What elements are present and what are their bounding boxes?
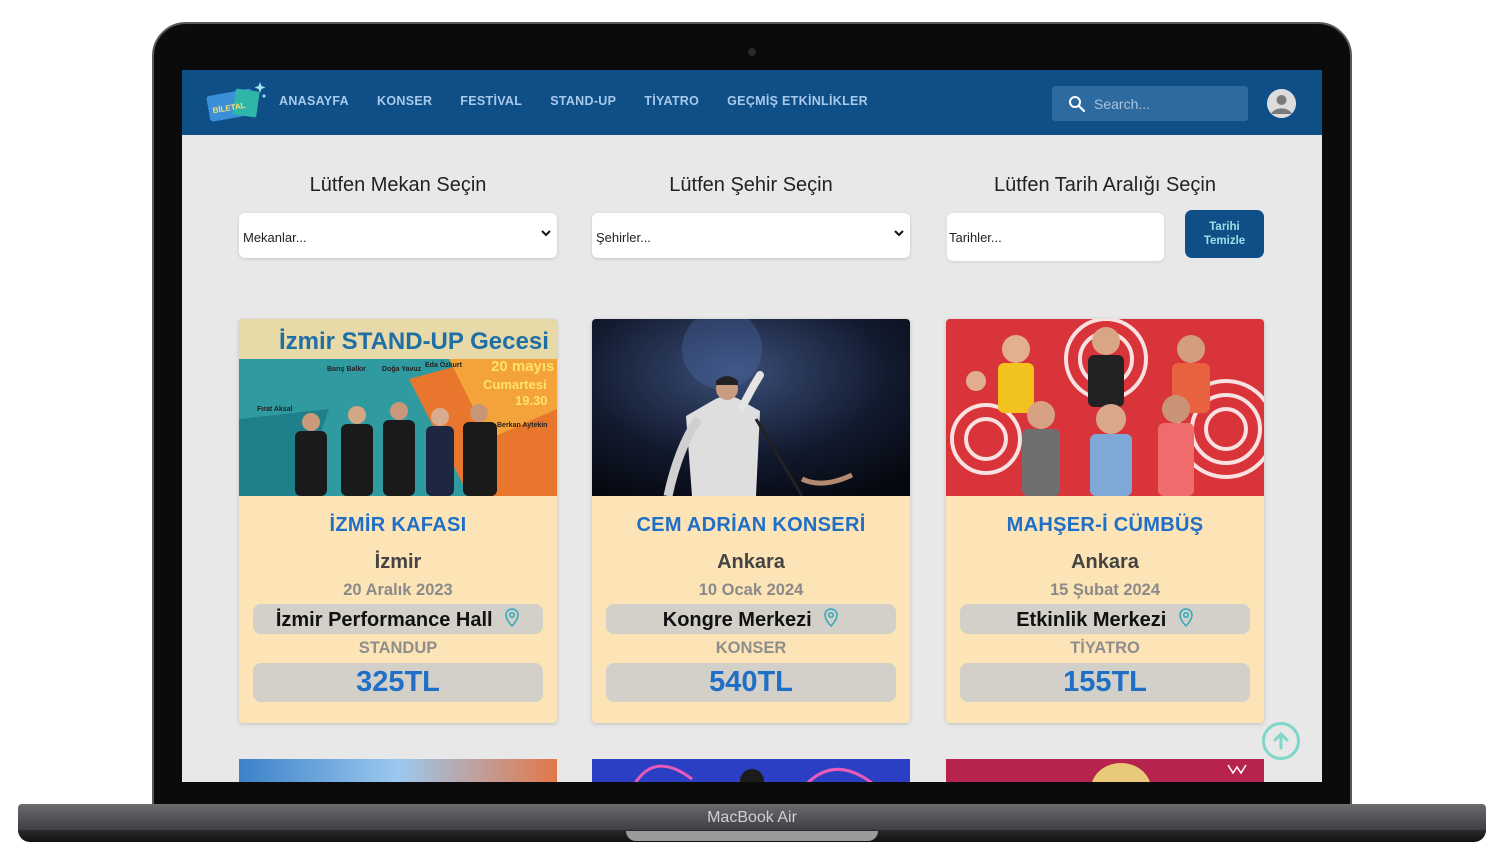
event-category: STANDUP — [358, 639, 438, 657]
event-card-partial[interactable] — [239, 759, 557, 782]
event-venue-label: Kongre Merkezi — [662, 609, 812, 631]
nav-links: ANASAYFA KONSER FESTİVAL STAND-UP TİYATR… — [279, 94, 868, 108]
venue-select[interactable]: Mekanlar... — [239, 213, 557, 258]
event-date: 20 Aralık 2023 — [343, 581, 453, 599]
date-filter-title: Lütfen Tarih Aralığı Seçin — [994, 174, 1216, 196]
event-poster-image: İzmir STAND-UP Gecesi 20 mayıs Cumartesi… — [239, 319, 557, 496]
venue-select-value: Mekanlar... — [243, 230, 307, 245]
event-card[interactable]: MAHŞER-İ CÜMBÜŞ Ankara 15 Şubat 2024 Etk… — [946, 319, 1264, 723]
svg-text:Doğa Yavuz: Doğa Yavuz — [382, 366, 422, 373]
svg-text:Eda Özkurt: Eda Özkurt — [425, 360, 463, 369]
nav-link-standup[interactable]: STAND-UP — [550, 94, 616, 108]
svg-text:Fırat Aksal: Fırat Aksal — [257, 406, 293, 413]
svg-text:19.30: 19.30 — [515, 393, 548, 408]
svg-text:Cumartesi: Cumartesi — [483, 377, 547, 392]
event-date: 15 Şubat 2024 — [1049, 581, 1161, 599]
device-label: MacBook Air — [707, 809, 797, 826]
event-title[interactable]: MAHŞER-İ CÜMBÜŞ — [946, 514, 1264, 537]
event-venue-label: Etkinlik Merkezi — [1016, 609, 1167, 631]
event-title[interactable]: CEM ADRİAN KONSERİ — [592, 514, 910, 537]
event-card-partial[interactable] — [946, 759, 1264, 782]
chevron-down-icon — [894, 230, 904, 237]
search-input[interactable] — [1094, 86, 1244, 121]
map-pin-icon — [1179, 608, 1193, 628]
event-venue[interactable]: Etkinlik Merkezi — [960, 604, 1250, 634]
event-price: 540TL — [606, 663, 896, 702]
event-city: İzmir — [374, 551, 422, 573]
nav-link-festival[interactable]: FESTİVAL — [460, 94, 522, 108]
event-category: KONSER — [715, 639, 787, 657]
search-box — [1052, 86, 1248, 121]
date-range-input[interactable]: Tarihler... — [947, 213, 1164, 261]
event-price: 155TL — [960, 663, 1250, 702]
event-card[interactable]: İzmir STAND-UP Gecesi 20 mayıs Cumartesi… — [239, 319, 557, 723]
nav-link-konser[interactable]: KONSER — [377, 94, 432, 108]
logo[interactable]: BİLETAL — [202, 80, 268, 126]
event-venue[interactable]: Kongre Merkezi — [606, 604, 896, 634]
event-card-partial[interactable] — [592, 759, 910, 782]
clear-dates-button[interactable]: Tarihi Temizle — [1185, 210, 1264, 258]
event-category: TİYATRO — [1070, 639, 1140, 657]
event-venue[interactable]: İzmir Performance Hall — [253, 604, 543, 634]
city-select-value: Şehirler... — [596, 230, 651, 245]
laptop-base: MacBook Air — [18, 804, 1486, 864]
svg-text:20 mayıs: 20 mayıs — [491, 358, 554, 375]
scroll-to-top-button[interactable] — [1262, 722, 1300, 760]
clear-dates-label-1: Tarihi — [1209, 221, 1240, 233]
avatar[interactable] — [1267, 89, 1296, 118]
city-select[interactable]: Şehirler... — [592, 213, 910, 258]
clear-dates-label-2: Temizle — [1203, 235, 1246, 247]
svg-text:İzmir STAND-UP Gecesi: İzmir STAND-UP Gecesi — [279, 328, 549, 355]
event-poster-image — [946, 319, 1264, 496]
event-card[interactable]: CEM ADRİAN KONSERİ Ankara 10 Ocak 2024 K… — [592, 319, 910, 723]
event-poster-image — [592, 319, 910, 496]
camera-dot — [748, 48, 756, 56]
event-title[interactable]: İZMİR KAFASI — [239, 514, 557, 537]
nav-link-tiyatro[interactable]: TİYATRO — [644, 94, 699, 108]
nav-link-past-events[interactable]: GEÇMİŞ ETKİNLİKLER — [727, 94, 868, 108]
event-price: 325TL — [253, 663, 543, 702]
venue-filter-title: Lütfen Mekan Seçin — [309, 174, 487, 196]
map-pin-icon — [824, 608, 839, 628]
event-date: 10 Ocak 2024 — [698, 581, 804, 599]
laptop-hinge-notch — [626, 831, 878, 841]
event-city: Ankara — [717, 551, 785, 573]
event-city: Ankara — [1071, 551, 1139, 573]
event-venue-label: İzmir Performance Hall — [275, 609, 493, 631]
svg-text:Berkan Aytekin: Berkan Aytekin — [497, 422, 547, 429]
navbar: BİLETAL ANASAYFA KONSER FESTİVAL STAND-U… — [182, 70, 1322, 135]
nav-link-anasayfa[interactable]: ANASAYFA — [279, 94, 349, 108]
city-filter-title: Lütfen Şehir Seçin — [669, 174, 833, 196]
screen: BİLETAL ANASAYFA KONSER FESTİVAL STAND-U… — [182, 70, 1322, 782]
map-pin-icon — [505, 608, 519, 628]
search-icon — [1069, 96, 1086, 113]
date-range-placeholder: Tarihler... — [949, 230, 1002, 245]
svg-text:Barış Balkır: Barış Balkır — [327, 366, 366, 373]
chevron-down-icon — [541, 230, 551, 237]
